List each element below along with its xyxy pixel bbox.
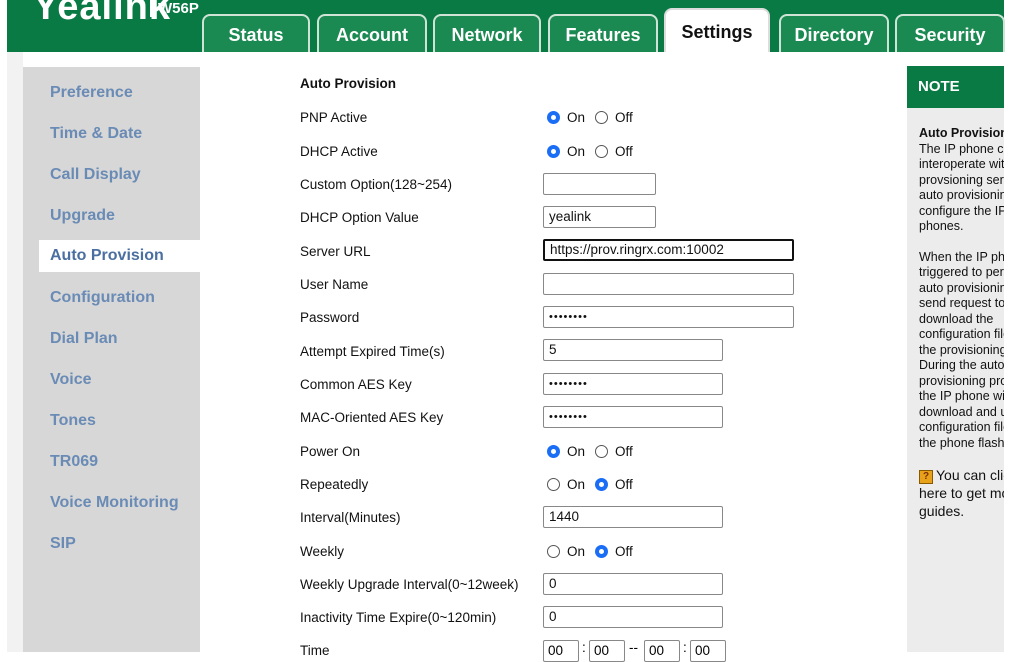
tab-status[interactable]: Status [202, 14, 310, 52]
pnp-active-off-radio[interactable] [595, 111, 609, 124]
sidebar-item-upgrade[interactable]: Upgrade [50, 207, 115, 225]
on-label: On [567, 544, 586, 559]
inactivity-label: Inactivity Time Expire(0~120min) [300, 610, 497, 625]
note-paragraph-1: The IP phone can interoperate with provs… [919, 141, 1004, 234]
sidebar-item-time-date[interactable]: Time & Date [50, 125, 142, 143]
user-name-input[interactable] [543, 273, 794, 295]
on-label: On [567, 444, 586, 459]
dhcp-active-off-radio[interactable] [595, 145, 609, 158]
sidebar-item-voice[interactable]: Voice [50, 371, 92, 389]
weekly-off-radio[interactable] [595, 545, 609, 558]
repeatedly-off-radio[interactable] [595, 478, 609, 491]
model-name: W56P [158, 0, 199, 17]
sidebar: Preference Time & Date Call Display Upgr… [23, 67, 234, 652]
time-start-minute-input[interactable]: 00 [589, 640, 625, 662]
sidebar-item-sip[interactable]: SIP [50, 535, 76, 553]
on-label: On [567, 144, 586, 159]
guide-icon: ? [919, 470, 933, 484]
off-label: Off [615, 544, 633, 559]
user-name-label: User Name [300, 277, 369, 292]
tab-network[interactable]: Network [433, 14, 541, 52]
repeatedly-on-radio[interactable] [547, 478, 560, 491]
on-label: On [567, 110, 586, 125]
time-colon: : [683, 640, 687, 655]
weekly-label: Weekly [300, 544, 345, 559]
pnp-active-radios: On Off [547, 110, 643, 125]
tab-security[interactable]: Security [895, 14, 1005, 52]
repeatedly-label: Repeatedly [300, 477, 369, 492]
interval-input[interactable]: 1440 [543, 506, 723, 528]
dhcp-option-value-input[interactable]: yealink [543, 206, 656, 228]
common-aes-key-input[interactable]: •••••••• [543, 373, 723, 395]
server-url-label: Server URL [300, 244, 371, 259]
dhcp-active-radios: On Off [547, 144, 643, 159]
on-label: On [567, 477, 586, 492]
time-label: Time [300, 643, 330, 658]
tab-directory[interactable]: Directory [779, 14, 889, 52]
sidebar-item-call-display[interactable]: Call Display [50, 166, 141, 184]
off-label: Off [615, 144, 633, 159]
dhcp-active-label: DHCP Active [300, 144, 378, 159]
repeatedly-radios: On Off [547, 477, 643, 492]
attempt-expired-label: Attempt Expired Time(s) [300, 344, 445, 359]
sidebar-item-tones[interactable]: Tones [50, 412, 96, 430]
weekly-interval-input[interactable]: 0 [543, 573, 723, 595]
pnp-active-on-radio[interactable] [547, 111, 560, 124]
power-on-label: Power On [300, 444, 361, 459]
weekly-radios: On Off [547, 544, 643, 559]
auto-provision-form: Auto Provision PNP Active On Off DHCP Ac… [200, 52, 898, 662]
power-on-off-radio[interactable] [595, 445, 609, 458]
sidebar-item-voice-monitoring[interactable]: Voice Monitoring [50, 494, 179, 512]
common-aes-key-label: Common AES Key [300, 377, 412, 392]
weekly-interval-label: Weekly Upgrade Interval(0~12week) [300, 577, 519, 592]
sidebar-item-configuration[interactable]: Configuration [50, 289, 155, 307]
interval-label: Interval(Minutes) [300, 510, 401, 525]
inactivity-input[interactable]: 0 [543, 606, 723, 628]
time-start-hour-input[interactable]: 00 [543, 640, 579, 662]
power-on-radios: On Off [547, 444, 643, 459]
note-body: Auto Provision The IP phone can interope… [919, 126, 1004, 520]
tab-features[interactable]: Features [548, 14, 658, 52]
note-paragraph-2: When the IP phone is triggered to perfor… [919, 249, 1004, 450]
off-label: Off [615, 110, 633, 125]
time-range-dash: -- [629, 640, 638, 655]
custom-option-input[interactable] [543, 173, 656, 195]
note-panel: NOTE Auto Provision The IP phone can int… [907, 66, 1004, 652]
guide-link[interactable]: ?You can click here to get more guides. [919, 466, 1004, 520]
password-label: Password [300, 310, 360, 325]
power-on-on-radio[interactable] [547, 445, 560, 458]
sidebar-item-dial-plan[interactable]: Dial Plan [50, 330, 118, 348]
sidebar-item-preference[interactable]: Preference [50, 84, 133, 102]
custom-option-label: Custom Option(128~254) [300, 177, 452, 192]
mac-aes-key-input[interactable]: •••••••• [543, 406, 723, 428]
logo-separator [150, 0, 152, 17]
note-heading: NOTE [907, 66, 1004, 108]
sidebar-item-tr069[interactable]: TR069 [50, 453, 98, 471]
pnp-active-label: PNP Active [300, 110, 368, 125]
password-input[interactable]: •••••••• [543, 306, 794, 328]
server-url-input[interactable]: https://prov.ringrx.com:10002 [543, 239, 794, 261]
time-end-hour-input[interactable]: 00 [644, 640, 680, 662]
mac-aes-key-label: MAC-Oriented AES Key [300, 410, 444, 425]
off-label: Off [615, 477, 633, 492]
tab-account[interactable]: Account [317, 14, 427, 52]
time-colon: : [582, 640, 586, 655]
attempt-expired-input[interactable]: 5 [543, 339, 723, 361]
dhcp-option-value-label: DHCP Option Value [300, 210, 419, 225]
left-margin [7, 52, 23, 652]
tab-settings[interactable]: Settings [664, 8, 770, 52]
weekly-on-radio[interactable] [547, 545, 560, 558]
section-title: Auto Provision [300, 76, 397, 91]
note-title: Auto Provision [919, 126, 1004, 140]
off-label: Off [615, 444, 633, 459]
dhcp-active-on-radio[interactable] [547, 145, 560, 158]
time-end-minute-input[interactable]: 00 [690, 640, 726, 662]
